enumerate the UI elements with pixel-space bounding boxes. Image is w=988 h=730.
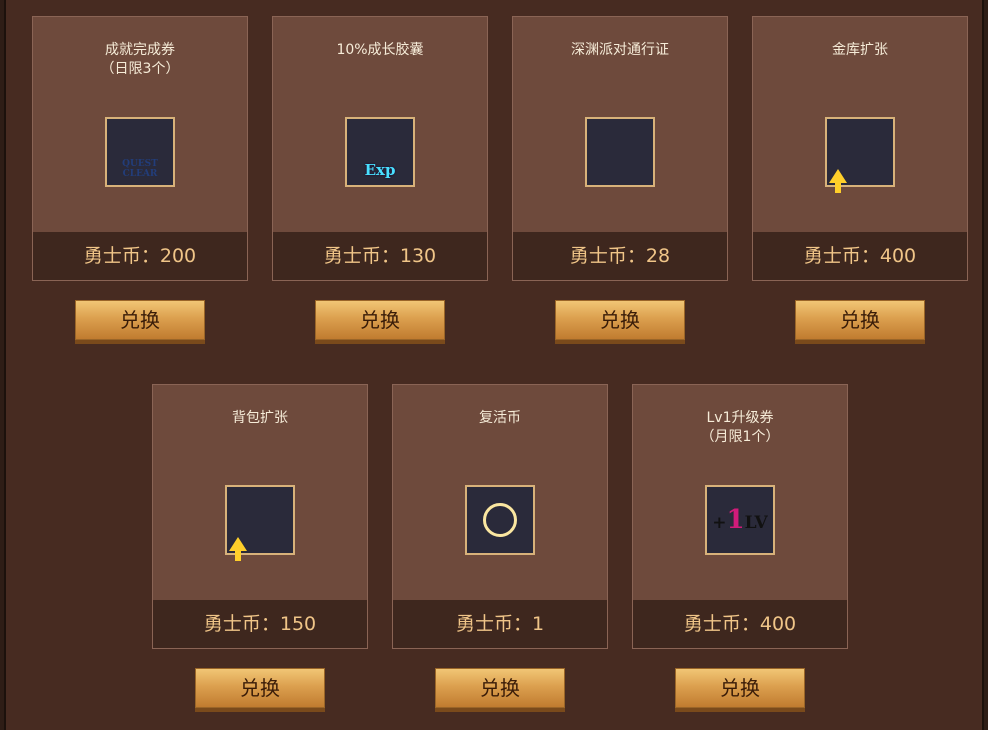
shop-item-card: 复活币 勇士币：1 xyxy=(392,384,608,649)
shop-panel: 成就完成券 （日限3个） QUEST CLEAR 勇士币：200 兑换 10%成… xyxy=(4,0,984,730)
icon-caption: +1LV xyxy=(707,505,773,535)
icon-caption-lv: LV xyxy=(744,513,768,533)
item-price: 勇士币：400 xyxy=(633,600,847,648)
item-title-line1: 深渊派对通行证 xyxy=(571,42,669,58)
shop-item-card: 成就完成券 （日限3个） QUEST CLEAR 勇士币：200 xyxy=(32,16,248,281)
lv1-upgrade-ticket-icon: +1LV xyxy=(705,485,775,555)
revive-coin-icon xyxy=(465,485,535,555)
item-price: 勇士币：28 xyxy=(513,232,727,280)
shop-item-card: 深渊派对通行证 勇士币：28 xyxy=(512,16,728,281)
up-arrow-icon xyxy=(229,537,247,561)
item-title: 深渊派对通行证 xyxy=(513,41,727,60)
quest-clear-ticket-icon: QUEST CLEAR xyxy=(105,117,175,187)
item-title: 成就完成券 （日限3个） xyxy=(33,41,247,79)
item-title: 复活币 xyxy=(393,409,607,428)
item-title-line1: 成就完成券 xyxy=(105,42,175,58)
shop-item-card: 10%成长胶囊 Exp 勇士币：130 xyxy=(272,16,488,281)
icon-caption-plus: + xyxy=(712,513,727,533)
exchange-button[interactable]: 兑换 xyxy=(795,300,925,344)
abyss-pass-icon xyxy=(585,117,655,187)
item-title-line1: 金库扩张 xyxy=(832,42,888,58)
item-price: 勇士币：150 xyxy=(153,600,367,648)
item-title-line1: 10%成长胶囊 xyxy=(336,42,424,58)
shop-item-card: 背包扩张 勇士币：150 xyxy=(152,384,368,649)
item-title: 背包扩张 xyxy=(153,409,367,428)
exchange-button[interactable]: 兑换 xyxy=(195,668,325,712)
exp-capsule-icon: Exp xyxy=(345,117,415,187)
up-arrow-icon xyxy=(829,169,847,193)
item-price: 勇士币：200 xyxy=(33,232,247,280)
exchange-button[interactable]: 兑换 xyxy=(435,668,565,712)
exchange-button[interactable]: 兑换 xyxy=(555,300,685,344)
vault-expand-icon xyxy=(825,117,895,193)
exchange-button[interactable]: 兑换 xyxy=(75,300,205,344)
item-title-line2: （日限3个） xyxy=(100,61,180,77)
shop-item-card: Lv1升级券 （月限1个） +1LV 勇士币：400 xyxy=(632,384,848,649)
item-price: 勇士币：1 xyxy=(393,600,607,648)
item-title: 10%成长胶囊 xyxy=(273,41,487,60)
item-title-line1: 复活币 xyxy=(479,410,521,426)
bag-expand-icon xyxy=(225,485,295,561)
exchange-button[interactable]: 兑换 xyxy=(675,668,805,712)
item-title-line2: （月限1个） xyxy=(700,429,780,445)
shop-item-card: 金库扩张 勇士币：400 xyxy=(752,16,968,281)
item-title: 金库扩张 xyxy=(753,41,967,60)
icon-caption: QUEST CLEAR xyxy=(122,159,158,179)
item-price: 勇士币：400 xyxy=(753,232,967,280)
item-title-line1: 背包扩张 xyxy=(232,410,288,426)
item-price: 勇士币：130 xyxy=(273,232,487,280)
icon-caption: Exp xyxy=(364,161,396,179)
exchange-button[interactable]: 兑换 xyxy=(315,300,445,344)
item-title-line1: Lv1升级券 xyxy=(706,410,774,426)
icon-caption-one: 1 xyxy=(726,505,745,535)
coin-ring-icon xyxy=(483,503,517,537)
item-title: Lv1升级券 （月限1个） xyxy=(633,409,847,447)
